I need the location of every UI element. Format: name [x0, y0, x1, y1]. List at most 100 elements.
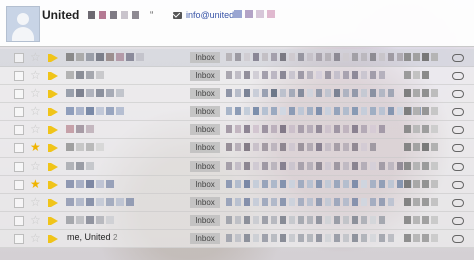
message-row[interactable]: ☆ Inbox	[0, 193, 474, 212]
select-checkbox[interactable]	[14, 125, 24, 136]
message-row[interactable]: ☆ Inbox	[0, 67, 474, 86]
message-list: ☆ Inbox ☆ Inbox ☆ Inbox ☆ Inbox ☆ Inbox ★ Inbox ☆ Inb…	[0, 49, 474, 249]
star-icon[interactable]: ☆	[30, 85, 41, 101]
inbox-label[interactable]: Inbox	[190, 142, 220, 154]
row-subject-redacted	[226, 197, 394, 206]
redacted-block	[298, 125, 304, 134]
sender-suffix: “	[150, 10, 154, 21]
redacted-block	[76, 161, 84, 170]
select-checkbox[interactable]	[14, 107, 24, 118]
important-marker-icon[interactable]	[48, 144, 58, 153]
message-row[interactable]: ☆ Inbox	[0, 121, 474, 140]
redacted-block	[413, 197, 420, 206]
redacted-block	[226, 107, 232, 116]
inbox-label[interactable]: Inbox	[190, 160, 220, 172]
redacted-block	[136, 53, 144, 61]
row-sender-redacted	[66, 107, 124, 116]
redacted-block	[370, 197, 376, 206]
inbox-label[interactable]: Inbox	[190, 70, 220, 82]
row-subject-redacted	[226, 89, 394, 98]
redacted-block	[343, 233, 349, 242]
message-row[interactable]: ☆ Inbox	[0, 211, 474, 230]
redacted-block	[361, 71, 367, 80]
avatar[interactable]	[6, 6, 40, 42]
important-marker-icon[interactable]	[48, 198, 58, 207]
message-row[interactable]: ☆ Inbox	[0, 157, 474, 176]
select-checkbox[interactable]	[14, 197, 24, 208]
select-checkbox[interactable]	[14, 179, 24, 190]
redacted-block	[116, 197, 124, 206]
redacted-block	[352, 179, 358, 188]
redacted-block	[96, 143, 104, 152]
select-checkbox[interactable]	[14, 53, 24, 63]
star-icon[interactable]: ☆	[30, 121, 41, 137]
important-marker-icon[interactable]	[48, 72, 58, 81]
important-marker-icon[interactable]	[48, 162, 58, 171]
redacted-block	[116, 107, 124, 116]
select-checkbox[interactable]	[14, 143, 24, 154]
redacted-block	[289, 71, 295, 80]
star-icon[interactable]: ☆	[30, 230, 41, 246]
redacted-block	[325, 143, 331, 152]
message-row[interactable]: ★ Inbox	[0, 175, 474, 194]
redacted-block	[334, 89, 340, 98]
select-checkbox[interactable]	[14, 161, 24, 172]
inbox-label[interactable]: Inbox	[190, 214, 220, 226]
star-icon[interactable]: ☆	[30, 158, 41, 174]
inbox-label[interactable]: Inbox	[190, 232, 220, 244]
inbox-label[interactable]: Inbox	[190, 52, 220, 63]
star-icon[interactable]: ☆	[30, 212, 41, 228]
inbox-label[interactable]: Inbox	[190, 124, 220, 136]
redacted-block	[352, 53, 358, 61]
star-icon[interactable]: ★	[30, 176, 41, 192]
redacted-block	[352, 233, 358, 242]
important-marker-icon[interactable]	[48, 180, 58, 189]
redacted-block	[316, 89, 322, 98]
redacted-block	[352, 107, 358, 116]
redacted-block	[267, 10, 275, 18]
message-row[interactable]: ☆ Inbox	[0, 103, 474, 122]
star-icon[interactable]: ☆	[30, 49, 41, 65]
message-row[interactable]: ★ Inbox	[0, 139, 474, 158]
select-checkbox[interactable]	[14, 233, 24, 244]
important-marker-icon[interactable]	[48, 54, 58, 62]
redacted-block	[388, 161, 394, 170]
message-row[interactable]: ☆ Inbox	[0, 85, 474, 104]
message-row[interactable]: ☆ me, United 2 Inbox	[0, 229, 474, 249]
redacted-block	[289, 179, 295, 188]
redacted-block	[361, 233, 367, 242]
redacted-block	[370, 179, 376, 188]
inbox-label[interactable]: Inbox	[190, 106, 220, 118]
sender-name[interactable]: United	[42, 8, 79, 22]
inbox-label[interactable]: Inbox	[190, 88, 220, 100]
important-marker-icon[interactable]	[48, 90, 58, 99]
star-icon[interactable]: ☆	[30, 103, 41, 119]
star-icon[interactable]: ☆	[30, 67, 41, 83]
redacted-block	[271, 89, 277, 98]
sender-email[interactable]: info@united	[186, 10, 234, 20]
important-marker-icon[interactable]	[48, 216, 58, 225]
select-checkbox[interactable]	[14, 215, 24, 226]
redacted-block	[379, 53, 385, 61]
attachment-icon	[452, 180, 464, 189]
redacted-block	[343, 53, 349, 61]
important-marker-icon[interactable]	[48, 234, 58, 243]
message-row[interactable]: ☆ Inbox	[0, 49, 474, 68]
important-marker-icon[interactable]	[48, 126, 58, 135]
select-checkbox[interactable]	[14, 89, 24, 100]
redacted-block	[431, 179, 438, 188]
redacted-block	[361, 161, 367, 170]
row-subject-redacted	[226, 179, 412, 188]
star-icon[interactable]: ☆	[30, 194, 41, 210]
redacted-block	[96, 71, 104, 80]
redacted-block	[413, 233, 420, 242]
row-subject-redacted	[226, 233, 394, 242]
inbox-label[interactable]: Inbox	[190, 178, 220, 190]
inbox-label[interactable]: Inbox	[190, 196, 220, 208]
important-marker-icon[interactable]	[48, 108, 58, 117]
star-icon[interactable]: ★	[30, 139, 41, 155]
redacted-block	[76, 197, 84, 206]
redacted-block	[422, 53, 429, 61]
redacted-block	[334, 71, 340, 80]
select-checkbox[interactable]	[14, 71, 24, 82]
